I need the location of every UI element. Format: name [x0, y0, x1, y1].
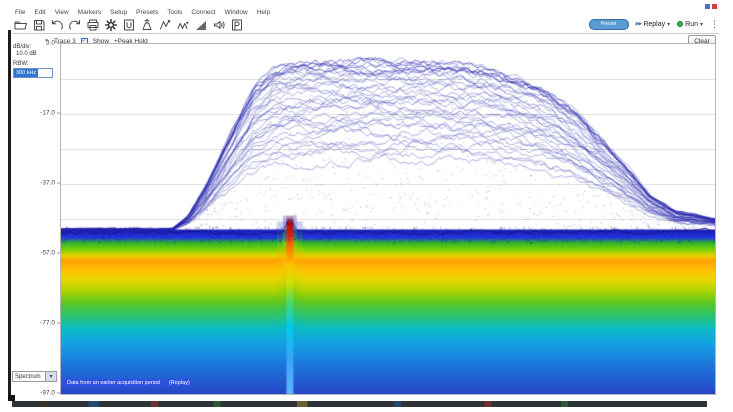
window-controls: [705, 4, 717, 9]
playback-p-icon: [230, 18, 244, 32]
status-replay-tag: (Replay): [166, 379, 193, 387]
toolbar-separator: [12, 33, 719, 34]
left-settings-panel: dB/div: 10.0 dB RBW: 300 kHz: [13, 44, 59, 78]
print-icon: [86, 18, 100, 32]
audio-demod-button[interactable]: [211, 18, 227, 33]
y-axis-tick: -57.0: [35, 250, 55, 257]
replay-icon: ▶▶: [636, 21, 642, 27]
y-axis-tick: -17.0: [35, 110, 55, 117]
run-button[interactable]: Run ▾: [677, 21, 703, 28]
save-icon: [32, 18, 46, 32]
toolbar-right: Preset ▶▶ Replay ▾ Run ▾ ⋮: [589, 17, 719, 31]
amplitude-ramp-button[interactable]: [193, 18, 209, 33]
antenna-button[interactable]: [139, 18, 155, 33]
y-axis-tickmark: [57, 113, 60, 114]
status-message: Data from an earlier acquisition period: [64, 379, 163, 387]
menu-item-edit[interactable]: Edit: [34, 9, 45, 16]
rbw-value-selected: 300 kHz: [14, 69, 38, 77]
trace-compare-button[interactable]: [157, 18, 173, 33]
window-left-edge: [8, 30, 11, 401]
minimize-icon[interactable]: [705, 4, 710, 9]
undo-button[interactable]: [49, 18, 65, 33]
menu-item-presets[interactable]: Presets: [136, 9, 158, 16]
y-axis-tickmark: [57, 323, 60, 324]
menu-item-connect[interactable]: Connect: [191, 9, 215, 16]
y-axis-tick: -77.0: [35, 320, 55, 327]
menu-item-file[interactable]: File: [15, 9, 25, 16]
overflow-menu-icon[interactable]: ⋮: [710, 20, 719, 29]
close-icon[interactable]: [712, 4, 717, 9]
trace-math-button[interactable]: [175, 18, 191, 33]
menu-item-view[interactable]: View: [55, 9, 69, 16]
settings-gear-icon: [104, 18, 118, 32]
trace-math-icon: [176, 18, 190, 32]
amplitude-ramp-icon: [194, 18, 208, 32]
redo-button[interactable]: [67, 18, 83, 33]
antenna-icon: [140, 18, 154, 32]
taskbar-strip: [12, 401, 707, 407]
menu-item-markers[interactable]: Markers: [78, 9, 101, 16]
open-folder-button[interactable]: [13, 18, 29, 33]
spectrum-plot-region: [60, 43, 716, 395]
y-axis-tickmark: [57, 393, 60, 394]
run-status-icon: [677, 21, 683, 27]
y-axis-tickmark: [57, 253, 60, 254]
display-type-value: Spectrum: [12, 371, 46, 382]
undo-icon: [50, 18, 64, 32]
settings-gear-button[interactable]: [103, 18, 119, 33]
preset-u-icon: [122, 18, 136, 32]
replay-button[interactable]: ▶▶ Replay ▾: [636, 21, 671, 28]
trace-compare-icon: [158, 18, 172, 32]
chevron-down-icon: ▾: [46, 371, 57, 382]
playback-p-button[interactable]: [229, 18, 245, 33]
menu-item-setup[interactable]: Setup: [110, 9, 127, 16]
save-button[interactable]: [31, 18, 47, 33]
chevron-down-icon: ▾: [700, 21, 703, 28]
app-window: File Edit View Markers Setup Presets Tools Conn…: [0, 0, 733, 412]
y-axis-tick: -97.0: [35, 390, 55, 397]
chevron-down-icon: ▾: [667, 21, 670, 28]
menu-item-window[interactable]: Window: [225, 9, 248, 16]
preset-button[interactable]: Preset: [589, 19, 629, 30]
menu-item-help[interactable]: Help: [257, 9, 270, 16]
menu-item-tools[interactable]: Tools: [167, 9, 182, 16]
run-label: Run: [685, 21, 698, 28]
y-axis-tick: 3.0: [35, 40, 55, 47]
display-type-select[interactable]: Spectrum ▾: [12, 371, 57, 382]
spectrum-plot[interactable]: [61, 44, 715, 394]
status-overlay: Data from an earlier acquisition period …: [64, 379, 193, 387]
y-axis-tickmark: [57, 43, 60, 44]
open-folder-icon: [14, 18, 28, 32]
preset-u-button[interactable]: [121, 18, 137, 33]
db-per-div-value[interactable]: 10.0 dB: [16, 51, 59, 57]
rbw-input[interactable]: 300 kHz: [13, 68, 53, 78]
menu-bar: File Edit View Markers Setup Presets Tools Conn…: [15, 7, 270, 17]
y-axis-tickmark: [57, 183, 60, 184]
print-button[interactable]: [85, 18, 101, 33]
replay-label: Replay: [643, 21, 665, 28]
audio-demod-icon: [212, 18, 226, 32]
y-axis-tick: -37.0: [35, 180, 55, 187]
rbw-label: RBW:: [13, 61, 59, 67]
toolbar: [13, 17, 245, 33]
redo-icon: [68, 18, 82, 32]
